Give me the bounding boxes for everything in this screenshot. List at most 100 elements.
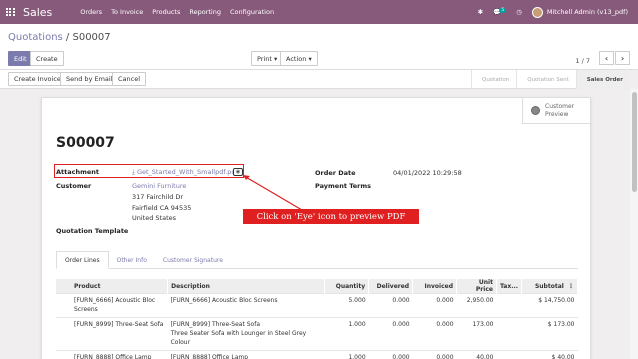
col-subtotal[interactable]: Subtotal ⋮ [521, 279, 578, 294]
menu-reporting[interactable]: Reporting [189, 8, 221, 16]
address-line-2: Fairfield CA 94535 [132, 204, 192, 212]
menu-to-invoice[interactable]: To Invoice [111, 8, 143, 16]
menu-orders[interactable]: Orders [80, 8, 102, 16]
stage-pipeline: Quotation Quotation Sent Sales Order [470, 70, 630, 89]
download-icon: ⤓ [132, 168, 135, 176]
customer-label: Customer [56, 182, 92, 190]
cell-subtotal: $ 14,750.00 [521, 292, 578, 318]
cell-product: [FURN_8999] Three-Seat Sofa [56, 317, 168, 351]
send-by-email-button[interactable]: Send by Email [60, 72, 119, 86]
address-line-1: 317 Fairchild Dr [132, 193, 184, 201]
print-label: Print [257, 54, 272, 63]
cell-description: [FURN_8888] Office Lamp [167, 350, 325, 359]
breadcrumb-current: S00007 [72, 32, 111, 43]
cell-quantity: 1.000 [324, 317, 369, 351]
cell-subtotal: $ 40.00 [521, 350, 578, 359]
breadcrumb-quotations[interactable]: Quotations [8, 32, 63, 43]
cell-subtotal: $ 173.00 [521, 317, 578, 351]
table-row[interactable]: [FURN_8888] Office Lamp [FURN_8888] Offi… [56, 350, 578, 359]
edit-button[interactable]: Edit [8, 51, 33, 66]
stage-quotation[interactable]: Quotation [470, 70, 516, 89]
stage-sales-order[interactable]: Sales Order [575, 70, 630, 89]
avatar [531, 6, 543, 18]
pager-value[interactable]: 1 / 7 [575, 57, 590, 65]
column-options-icon[interactable]: ⋮ [568, 283, 574, 290]
action-button[interactable]: Action ▾ [280, 51, 318, 66]
cell-taxes [496, 350, 522, 359]
control-panel: Quotations / S00007 Edit Create Print ▾ … [0, 24, 638, 70]
preview-label-line1: Customer [545, 103, 575, 111]
menu-configuration[interactable]: Configuration [230, 8, 274, 16]
cell-delivered: 0.000 [368, 292, 413, 318]
form-sheet: Customer Preview S00007 Attachment ⤓ Get… [41, 97, 591, 359]
col-taxes[interactable]: Tax... [496, 279, 523, 294]
cell-taxes [496, 292, 522, 318]
menu-products[interactable]: Products [152, 8, 180, 16]
chevron-right-icon[interactable]: › [615, 51, 630, 65]
scrollbar-thumb[interactable] [632, 92, 637, 192]
notebook-tabs: Order Lines Other Info Customer Signatur… [56, 251, 578, 269]
chevron-left-icon[interactable]: ‹ [599, 51, 614, 65]
callout-annotation: Click on 'Eye' icon to preview PDF [243, 209, 419, 224]
cancel-button[interactable]: Cancel [112, 72, 147, 86]
callout-arrow [243, 175, 303, 211]
create-invoice-button[interactable]: Create Invoice [8, 72, 67, 86]
message-count-badge: 5 [499, 8, 507, 13]
cell-unit-price: 173.00 [456, 317, 497, 351]
apps-grid-icon[interactable] [6, 7, 16, 17]
chat-icon[interactable]: 💬5 [493, 8, 507, 16]
stage-quotation-sent[interactable]: Quotation Sent [516, 70, 576, 89]
cell-quantity: 5.000 [324, 292, 369, 318]
tab-order-lines[interactable]: Order Lines [56, 251, 109, 269]
order-name: S00007 [56, 135, 115, 151]
customer-preview-button[interactable]: Customer Preview [522, 98, 590, 124]
address-line-3: United States [132, 214, 177, 222]
col-unit-price[interactable]: Unit Price [456, 279, 497, 294]
clock-icon[interactable]: ◷ [516, 8, 522, 16]
attachment-label: Attachment [56, 168, 100, 176]
col-subtotal-label: Subtotal [534, 282, 564, 290]
col-invoiced[interactable]: Invoiced [412, 279, 458, 294]
cell-invoiced: 0.000 [412, 350, 457, 359]
cell-taxes [496, 317, 522, 351]
tab-other-info[interactable]: Other Info [109, 251, 155, 269]
col-product[interactable]: Product [56, 279, 169, 294]
user-name: Mitchell Admin (v13_pdf) [546, 8, 628, 16]
description-line: Three Seater Sofa with Lounger in Steel … [170, 330, 307, 338]
breadcrumb: Quotations / S00007 [8, 32, 111, 43]
preview-label-line2: Preview [545, 110, 569, 118]
caret-down-icon: ▾ [274, 54, 278, 63]
globe-icon [531, 106, 540, 115]
cell-invoiced: 0.000 [412, 292, 457, 318]
app-brand[interactable]: Sales [23, 6, 52, 19]
col-description[interactable]: Description [167, 279, 326, 294]
cell-quantity: 1.000 [324, 350, 369, 359]
user-menu[interactable]: Mitchell Admin (v13_pdf) [531, 6, 628, 18]
action-label: Action [286, 54, 307, 63]
bug-icon[interactable]: ✱ [478, 8, 483, 16]
status-bar: Create Invoice Send by Email Cancel Quot… [0, 70, 630, 89]
tab-customer-signature[interactable]: Customer Signature [155, 251, 231, 269]
payment-terms-label: Payment Terms [315, 182, 372, 190]
cell-unit-price: 2,950.00 [456, 292, 497, 318]
cell-delivered: 0.000 [368, 317, 413, 351]
col-delivered[interactable]: Delivered [368, 279, 414, 294]
description-line: Colour [170, 338, 191, 346]
customer-name[interactable]: Gemini Furniture [132, 182, 186, 190]
print-button[interactable]: Print ▾ [251, 51, 284, 66]
table-row[interactable]: [FURN_6666] Acoustic Bloc Screens [FURN_… [56, 292, 578, 318]
top-navbar: Sales Orders To Invoice Products Reporti… [0, 0, 638, 24]
create-button[interactable]: Create [30, 51, 64, 66]
order-date-label: Order Date [315, 169, 356, 177]
table-row[interactable]: [FURN_8999] Three-Seat Sofa [FURN_8999] … [56, 317, 578, 351]
cell-description: [FURN_8999] Three-Seat Sofa Three Seater… [167, 317, 325, 351]
quotation-template-label: Quotation Template [56, 227, 129, 235]
table-header-row: Product Description Quantity Delivered I… [56, 279, 578, 294]
cell-product: [FURN_8888] Office Lamp [56, 350, 168, 359]
attachment-link[interactable]: ⤓ Get_Started_With_Smallpdf.pdf [132, 168, 238, 177]
cell-delivered: 0.000 [368, 350, 413, 359]
col-quantity[interactable]: Quantity [324, 279, 370, 294]
cell-unit-price: 40.00 [456, 350, 497, 359]
description-line: [FURN_8999] Three-Seat Sofa [170, 321, 261, 329]
order-lines-table: Product Description Quantity Delivered I… [56, 279, 578, 359]
